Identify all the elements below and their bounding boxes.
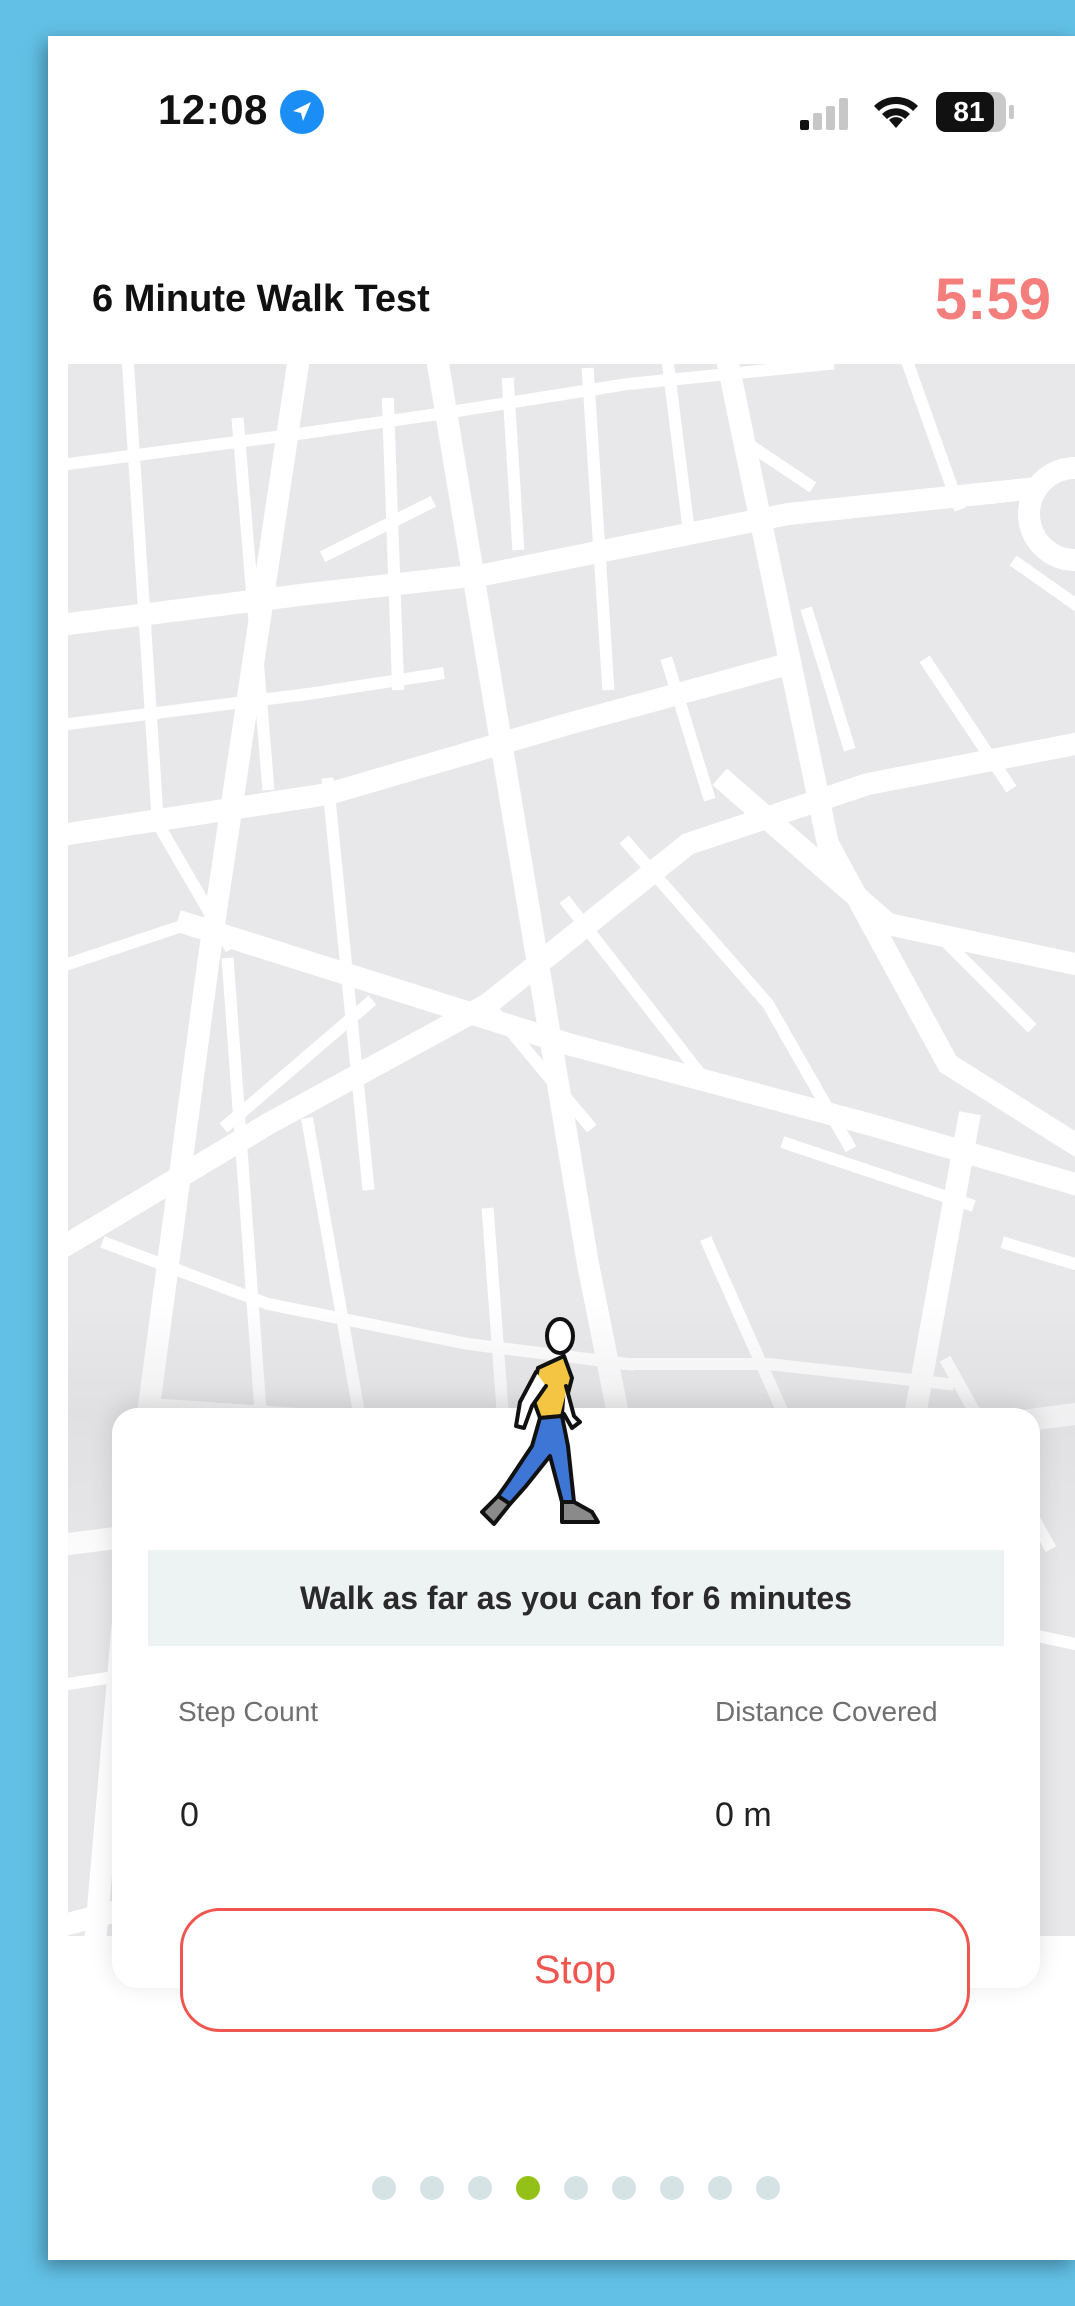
status-time: 12:08 <box>158 86 268 133</box>
phone-screen: 12:08 81 6 Minute Walk Test 5:59 Walk as… <box>48 36 1075 2260</box>
page-dot[interactable] <box>468 2176 492 2200</box>
stop-button[interactable]: Stop <box>180 1908 970 2032</box>
page-dot-active[interactable] <box>516 2176 540 2200</box>
page-dot[interactable] <box>372 2176 396 2200</box>
status-bar: 12:08 81 <box>48 36 1075 186</box>
distance-value: 0 m <box>715 1796 772 1834</box>
page-dot[interactable] <box>708 2176 732 2200</box>
walking-person-icon <box>480 1317 600 1526</box>
header: 6 Minute Walk Test 5:59 <box>48 236 1075 376</box>
page-dot[interactable] <box>564 2176 588 2200</box>
step-count-value: 0 <box>180 1796 199 1834</box>
location-arrow-icon <box>280 90 324 134</box>
page-dot[interactable] <box>756 2176 780 2200</box>
countdown-timer: 5:59 <box>934 267 1051 332</box>
page-dot[interactable] <box>660 2176 684 2200</box>
wifi-icon <box>874 96 918 128</box>
cellular-signal-icon <box>800 98 848 130</box>
distance-label: Distance Covered <box>715 1696 938 1727</box>
battery-level: 81 <box>953 96 985 127</box>
page-title: 6 Minute Walk Test <box>92 278 430 320</box>
page-dot[interactable] <box>420 2176 444 2200</box>
page-dot[interactable] <box>612 2176 636 2200</box>
step-count-label: Step Count <box>178 1696 319 1727</box>
instruction-banner: Walk as far as you can for 6 minutes <box>148 1550 1004 1646</box>
page-indicator <box>48 2176 1075 2206</box>
